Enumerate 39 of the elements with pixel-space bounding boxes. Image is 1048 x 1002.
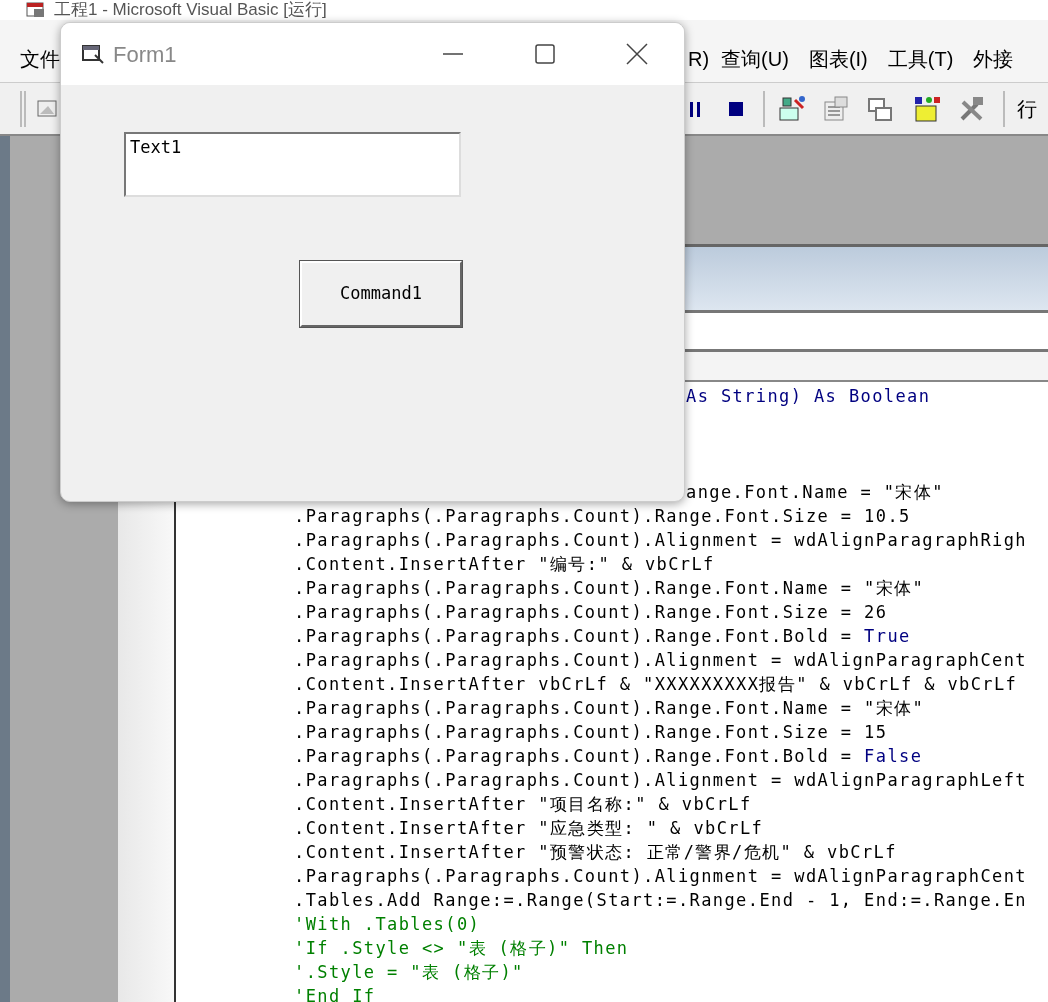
- code-line: As String) As Boolean: [686, 385, 931, 408]
- command-button[interactable]: Command1: [300, 261, 462, 327]
- code-line: .Paragraphs(.Paragraphs.Count).Alignment = wdAlignParagraphCent: [294, 865, 1027, 888]
- code-line: .Paragraphs(.Paragraphs.Count).Alignment = wdAlignParagraphCent: [294, 649, 1027, 672]
- code-line: .Paragraphs(.Paragraphs.Count).Range.Font.Bold = True: [294, 625, 911, 648]
- code-line: .Content.InsertAfter vbCrLf & "XXXXXXXXX报告" & vbCrLf & vbCrLf: [294, 673, 1018, 696]
- code-line: .Paragraphs(.Paragraphs.Count).Alignment = wdAlignParagraphLeft: [294, 769, 1027, 792]
- window-title: 工程1 - Microsoft Visual Basic [运行]: [54, 1, 327, 19]
- code-line: .Paragraphs(.Paragraphs.Count).Range.Font.Size = 10.5: [294, 505, 911, 528]
- maximize-icon[interactable]: [534, 43, 556, 65]
- code-line: .Paragraphs(.Paragraphs.Count).Range.Font.Size = 26: [294, 601, 888, 624]
- menu-item[interactable]: 查询(U): [721, 44, 789, 74]
- code-line: 'If .Style <> "表 (格子)" Then: [294, 937, 629, 960]
- menu-item[interactable]: 外接: [973, 44, 1014, 74]
- code-line: .Content.InsertAfter "项目名称:" & vbCrLf: [294, 793, 752, 816]
- code-line: .Tables.Add Range:=.Range(Start:=.Range.End - 1, End:=.Range.En: [294, 889, 1027, 912]
- code-line: .Paragraphs(.Paragraphs.Count).Alignment = wdAlignParagraphRigh: [294, 529, 1027, 552]
- code-line: 'End If: [294, 985, 376, 1002]
- close-icon[interactable]: [626, 43, 648, 65]
- menu-item[interactable]: 工具(T): [887, 44, 954, 74]
- code-line: .Paragraphs(.Paragraphs.Count).Range.Font.Bold = False: [294, 745, 923, 768]
- code-line: .Content.InsertAfter "编号:" & vbCrLf: [294, 553, 715, 576]
- menu-item[interactable]: R): [688, 44, 710, 74]
- code-line: 'With .Tables(0): [294, 913, 481, 936]
- code-line: .Content.InsertAfter "预警状态: 正常/警界/危机" & vbCrLf: [294, 841, 897, 864]
- form-title: Form1: [113, 40, 177, 69]
- code-line: '.Style = "表 (格子)": [294, 961, 524, 984]
- menu-item[interactable]: 文件: [20, 44, 60, 74]
- code-line: ange.Font.Name = "宋体": [686, 481, 944, 504]
- toolbar-grip[interactable]: [20, 90, 26, 127]
- menu-item[interactable]: 图表(I): [808, 44, 868, 74]
- code-line: .Paragraphs(.Paragraphs.Count).Range.Font.Size = 15: [294, 721, 888, 744]
- stop-icon[interactable]: [727, 99, 745, 118]
- code-line: .Paragraphs(.Paragraphs.Count).Range.Font.Name = "宋体": [294, 697, 925, 720]
- code-line: .Paragraphs(.Paragraphs.Count).Range.Font.Name = "宋体": [294, 577, 925, 600]
- code-line: .Content.InsertAfter "应急类型: " & vbCrLf: [294, 817, 764, 840]
- text-box[interactable]: Text1: [124, 132, 461, 197]
- project-explorer-icon[interactable]: [777, 93, 807, 124]
- toolbar-label: 行: [1017, 96, 1037, 122]
